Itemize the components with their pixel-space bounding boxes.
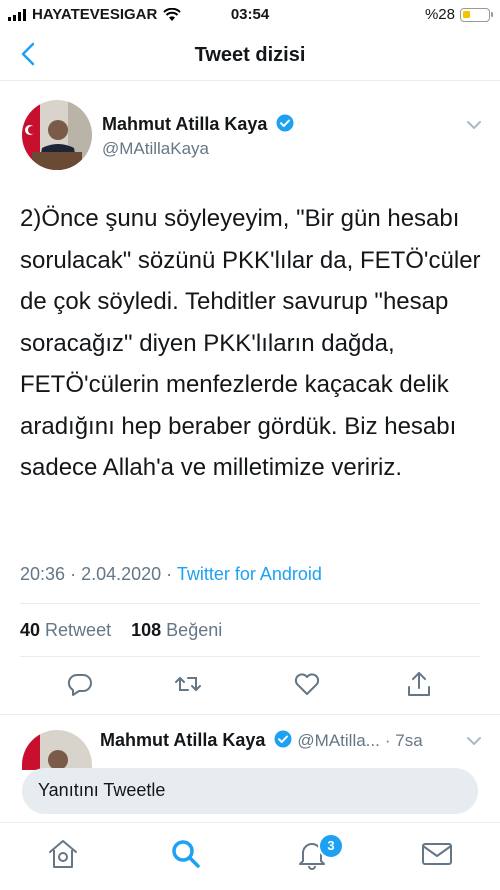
battery-percent: %28 [424, 6, 455, 23]
next-tweet-header: Mahmut Atilla Kaya @MAtilla... · 7sa [100, 730, 423, 751]
next-tweet-avatar[interactable] [22, 730, 92, 770]
nav-header: Tweet dizisi [0, 30, 500, 81]
tab-bar [0, 822, 500, 890]
divider [20, 656, 480, 657]
reply-input[interactable]: Yanıtını Tweetle [22, 768, 478, 814]
verified-badge-icon [276, 114, 294, 132]
tweet-meta: 20:36 · 2.04.2020 · Twitter for Android [20, 564, 322, 584]
chevron-down-icon[interactable] [464, 734, 484, 748]
share-icon[interactable] [405, 670, 433, 698]
chevron-down-icon[interactable] [464, 118, 484, 132]
divider [0, 714, 500, 715]
status-bar: HAYATEVESIGAR 03:54 %28 [0, 0, 500, 30]
tweet-stats: 40 Retweet 108 Beğeni [20, 620, 222, 641]
retweet-label: Retweet [45, 620, 112, 640]
retweet-stat[interactable]: 40 Retweet [20, 620, 111, 640]
tweet-client-link[interactable]: Twitter for Android [177, 564, 322, 584]
like-stat[interactable]: 108 Beğeni [131, 620, 222, 640]
author-handle: @MAtillaKaya [102, 139, 210, 158]
like-label: Beğeni [166, 620, 223, 640]
notification-count-badge: 3 [318, 833, 344, 859]
retweet-icon[interactable] [174, 670, 202, 698]
messages-mail-icon[interactable] [420, 837, 454, 871]
author-name[interactable]: Mahmut Atilla Kaya [102, 114, 267, 134]
tweet-time: 20:36 [20, 564, 66, 584]
search-icon[interactable] [169, 837, 203, 871]
reply-icon[interactable] [66, 670, 94, 698]
tweet-date: 2.04.2020 [81, 564, 162, 584]
author-avatar[interactable] [22, 100, 92, 170]
tweet-text: 2)Önce şunu söyleyeyim, "Bir gün hesabı … [20, 205, 481, 481]
battery-icon [460, 7, 493, 22]
retweet-count: 40 [20, 620, 41, 640]
author-info: Mahmut Atilla Kaya @MAtillaKaya [102, 114, 294, 159]
like-count: 108 [131, 620, 162, 640]
home-icon[interactable] [46, 837, 80, 871]
next-author-handle: @MAtilla... [297, 731, 380, 750]
divider [20, 603, 480, 604]
page-title: Tweet dizisi [194, 44, 306, 66]
status-right: %28 [424, 6, 493, 23]
like-heart-icon[interactable] [293, 670, 321, 698]
next-tweet-age: · 7sa [384, 731, 423, 750]
verified-badge-icon [274, 730, 292, 748]
next-author-name[interactable]: Mahmut Atilla Kaya [100, 730, 265, 750]
